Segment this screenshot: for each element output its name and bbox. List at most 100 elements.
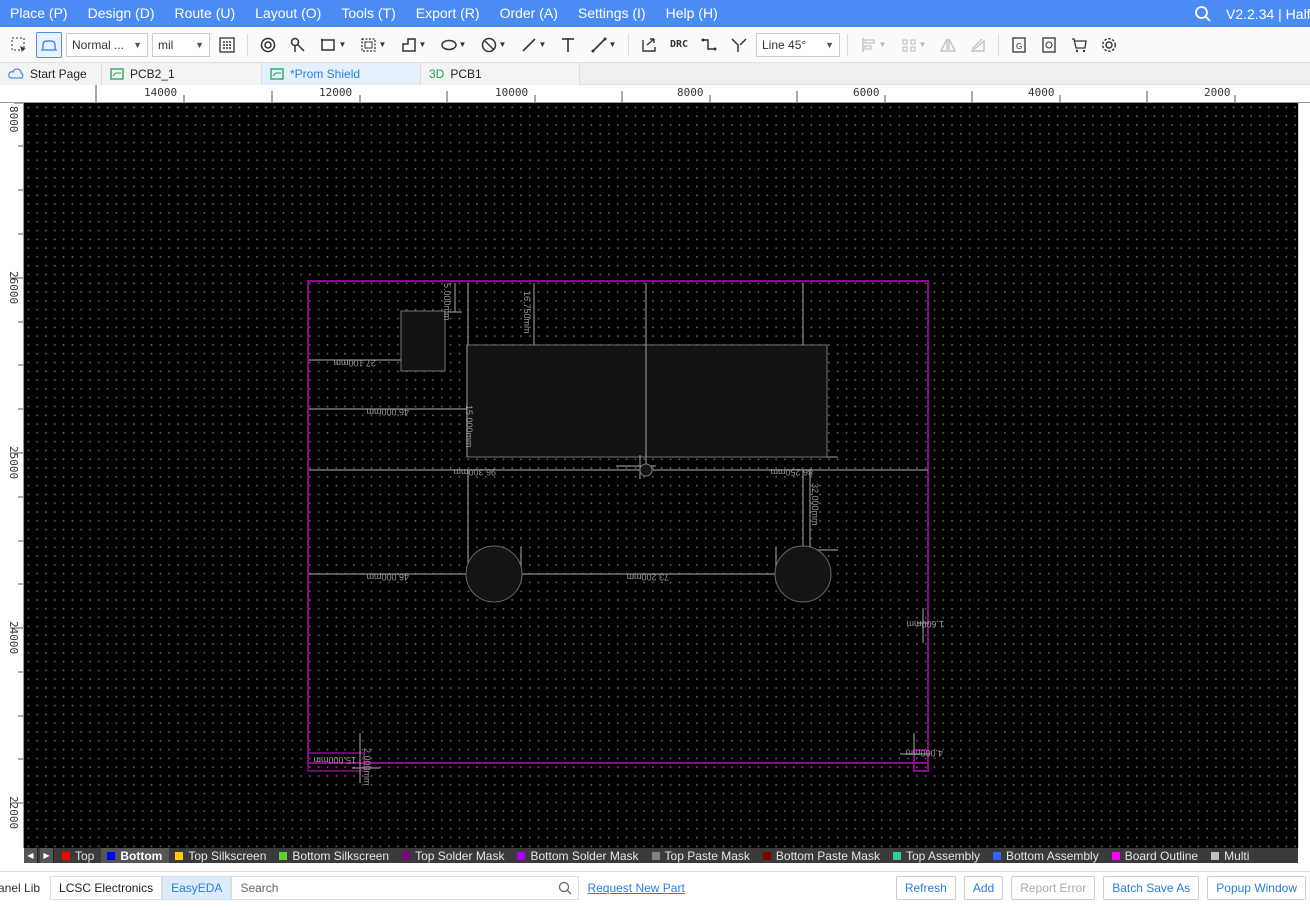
- layer-bottom-silkscreen[interactable]: Bottom Silkscreen: [273, 848, 396, 863]
- layer-color-swatch[interactable]: [175, 851, 184, 860]
- dimension-label: 86.250mm: [770, 467, 813, 477]
- line-icon[interactable]: ▼: [515, 32, 551, 58]
- toolbar-divider: [847, 33, 848, 56]
- refresh-button[interactable]: Refresh: [895, 875, 956, 900]
- layer-color-swatch[interactable]: [1111, 851, 1120, 860]
- mode-select[interactable]: Normal ... ▼: [66, 32, 148, 57]
- layer-color-swatch[interactable]: [1211, 851, 1220, 860]
- tab-start-page[interactable]: Start Page: [0, 63, 102, 85]
- scroll-right-icon[interactable]: ▶: [40, 848, 54, 863]
- solid-region-icon[interactable]: ▼: [395, 32, 431, 58]
- layer-top-silkscreen[interactable]: Top Silkscreen: [169, 848, 273, 863]
- menu-route[interactable]: Route (U): [164, 0, 245, 27]
- gear-icon[interactable]: [1096, 32, 1122, 58]
- layer-color-swatch[interactable]: [892, 851, 901, 860]
- dimension-icon[interactable]: ▼: [585, 32, 621, 58]
- layer-top-paste-mask[interactable]: Top Paste Mask: [646, 848, 757, 863]
- layer-board-outline[interactable]: Board Outline: [1106, 848, 1205, 863]
- import-icon[interactable]: [636, 32, 662, 58]
- menu-help[interactable]: Help (H): [656, 0, 728, 27]
- grid-icon[interactable]: [214, 32, 240, 58]
- small-component-footprint[interactable]: [400, 310, 446, 372]
- layer-top-assembly[interactable]: Top Assembly: [887, 848, 987, 863]
- batch-save-as-button[interactable]: Batch Save As: [1103, 875, 1200, 900]
- layer-color-swatch[interactable]: [762, 851, 771, 860]
- via-icon[interactable]: [255, 32, 281, 58]
- library-search[interactable]: Search: [231, 875, 580, 900]
- module-footprint[interactable]: [466, 344, 828, 458]
- layer-top[interactable]: Top: [56, 848, 101, 863]
- tab-prom-shield[interactable]: *Prom Shield: [262, 63, 421, 85]
- layer-bottom-assembly[interactable]: Bottom Assembly: [987, 848, 1106, 863]
- search-input[interactable]: Search: [240, 881, 278, 895]
- request-new-part-link[interactable]: Request New Part: [587, 881, 684, 895]
- layer-label: Top: [75, 848, 95, 863]
- layer-bottom-paste-mask[interactable]: Bottom Paste Mask: [757, 848, 887, 863]
- menu-tools[interactable]: Tools (T): [331, 0, 405, 27]
- mounting-hole-left[interactable]: [465, 545, 523, 603]
- ruler-label: 2000: [1204, 86, 1231, 99]
- route-track-icon[interactable]: [696, 32, 722, 58]
- layer-bottom[interactable]: Bottom: [101, 848, 170, 863]
- menu-place[interactable]: Place (P): [0, 0, 78, 27]
- layer-color-swatch[interactable]: [107, 851, 116, 860]
- report-error-button[interactable]: Report Error: [1011, 875, 1096, 900]
- distribute-icon[interactable]: ▼: [895, 32, 931, 58]
- copper-area-icon[interactable]: ▼: [355, 32, 391, 58]
- layer-bottom-solder-mask[interactable]: Bottom Solder Mask: [511, 848, 645, 863]
- chevron-down-icon: ▼: [498, 40, 507, 49]
- select-area-icon[interactable]: [6, 32, 32, 58]
- layer-color-swatch[interactable]: [993, 851, 1001, 860]
- rect-copper-icon[interactable]: ▼: [315, 32, 351, 58]
- line-mode-select[interactable]: Line 45° ▼: [756, 32, 840, 57]
- mounting-hole-right[interactable]: [774, 545, 832, 603]
- tab-easyeda[interactable]: EasyEDA: [162, 875, 232, 900]
- drc-button[interactable]: DRC: [666, 32, 692, 58]
- align-left-icon[interactable]: ▼: [855, 32, 891, 58]
- add-button[interactable]: Add: [963, 875, 1004, 900]
- search-icon[interactable]: [558, 881, 572, 895]
- layer-color-swatch[interactable]: [402, 851, 411, 860]
- menu-settings[interactable]: Settings (I): [568, 0, 656, 27]
- flip-horizontal-icon[interactable]: [935, 32, 961, 58]
- toolbar-divider: [628, 33, 629, 56]
- chevron-down-icon: ▼: [418, 40, 427, 49]
- menu-export[interactable]: Export (R): [406, 0, 490, 27]
- menu-layout[interactable]: Layout (O): [245, 0, 331, 27]
- ruler-label: 8000: [677, 86, 704, 99]
- menu-design[interactable]: Design (D): [78, 0, 165, 27]
- layer-label: Multi: [1224, 848, 1250, 863]
- layer-color-swatch[interactable]: [517, 851, 526, 860]
- mode-select-value: Normal ...: [72, 37, 125, 52]
- popup-window-button[interactable]: Popup Window: [1207, 875, 1306, 900]
- layer-color-swatch[interactable]: [651, 851, 660, 860]
- dimension-label: 4.000mm: [905, 748, 943, 758]
- gerber-icon[interactable]: G: [1006, 32, 1032, 58]
- search-icon[interactable]: [1188, 0, 1218, 27]
- tab-pcb1-3d[interactable]: 3D PCB1: [421, 63, 580, 85]
- layer-top-solder-mask[interactable]: Top Solder Mask: [396, 848, 511, 863]
- tab-lcsc-electronics[interactable]: LCSC Electronics: [50, 875, 163, 900]
- tab-pcb2-1[interactable]: PCB2_1: [102, 63, 262, 85]
- flip-vertical-icon[interactable]: [965, 32, 991, 58]
- bom-icon[interactable]: [1036, 32, 1062, 58]
- diff-pair-icon[interactable]: [726, 32, 752, 58]
- dimension-label: 46.000mm: [366, 572, 409, 582]
- layer-multi[interactable]: Multi: [1205, 848, 1256, 863]
- unit-select-value: mil: [158, 37, 174, 52]
- right-panel-edge: [1298, 103, 1310, 848]
- ruler-label: 26000: [7, 271, 20, 305]
- pcb-canvas[interactable]: 5.000mm 16.750mm 27.100mm 46.000mm 15.00…: [24, 103, 1298, 848]
- unit-select[interactable]: mil ▼: [152, 32, 210, 57]
- order-cart-icon[interactable]: [1066, 32, 1092, 58]
- pad-icon[interactable]: [285, 32, 311, 58]
- layer-color-swatch[interactable]: [279, 851, 288, 860]
- route-mode-icon[interactable]: [36, 31, 62, 58]
- menu-order[interactable]: Order (A): [490, 0, 568, 27]
- layer-color-swatch[interactable]: [62, 851, 70, 860]
- scroll-left-icon[interactable]: ◀: [24, 848, 38, 863]
- text-icon[interactable]: [555, 32, 581, 58]
- ellipse-icon[interactable]: ▼: [435, 32, 471, 58]
- layer-label: Bottom Paste Mask: [775, 848, 880, 863]
- no-connect-icon[interactable]: ▼: [475, 32, 511, 58]
